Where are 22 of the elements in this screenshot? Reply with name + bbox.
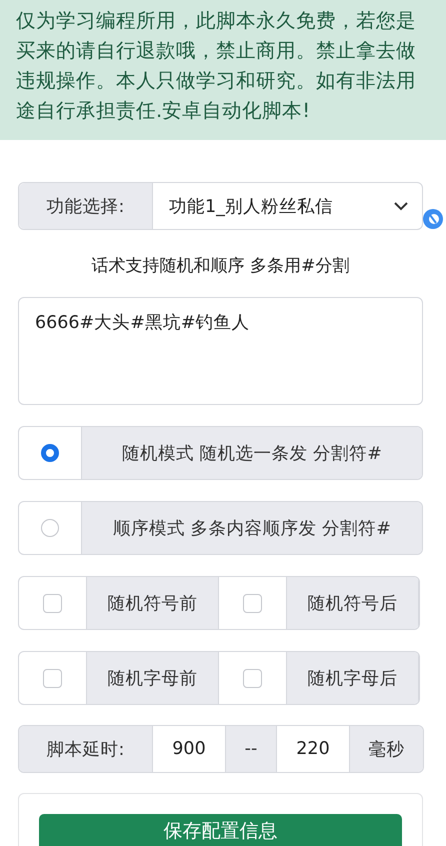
checkbox[interactable] bbox=[242, 594, 262, 612]
checkbox[interactable] bbox=[42, 594, 62, 612]
hint-text: 话术支持随机和顺序 多条用#分割 bbox=[90, 255, 350, 277]
option-label: 随机符号前 bbox=[86, 577, 219, 629]
delay-label: 脚本延时: bbox=[19, 726, 153, 772]
checkbox[interactable] bbox=[42, 668, 62, 688]
radio-button[interactable] bbox=[41, 519, 59, 537]
unit-label: 毫秒 bbox=[350, 726, 423, 772]
option-label: 随机字母后 bbox=[286, 652, 419, 704]
range-separator: -- bbox=[226, 726, 277, 772]
option-label: 随机字母前 bbox=[86, 652, 219, 704]
mode-label: 随机模式 随机选一条发 分割符# bbox=[82, 427, 422, 479]
function-select[interactable]: 功能1_别人粉丝私信 bbox=[153, 183, 422, 229]
radio-button[interactable] bbox=[41, 444, 59, 462]
select-label: 功能选择: bbox=[19, 183, 153, 229]
notice-text: 仅为学习编程所用，此脚本永久免费，若您是买来的请自行退款哦，禁止商用。禁止拿去做违规操作。本人只做学习和研究。如有非法用途自行承担责任.安卓自动化脚本! bbox=[16, 8, 417, 124]
message-field[interactable]: 6666#大头#黑坑#钓鱼人 bbox=[18, 297, 423, 405]
checkbox[interactable] bbox=[242, 668, 262, 688]
save-button[interactable]: 保存配置信息 bbox=[39, 814, 402, 846]
chevron-down-icon bbox=[394, 202, 408, 210]
mode-label: 顺序模式 多条内容顺序发 分割符# bbox=[82, 502, 422, 554]
option-label: 随机符号后 bbox=[286, 577, 419, 629]
